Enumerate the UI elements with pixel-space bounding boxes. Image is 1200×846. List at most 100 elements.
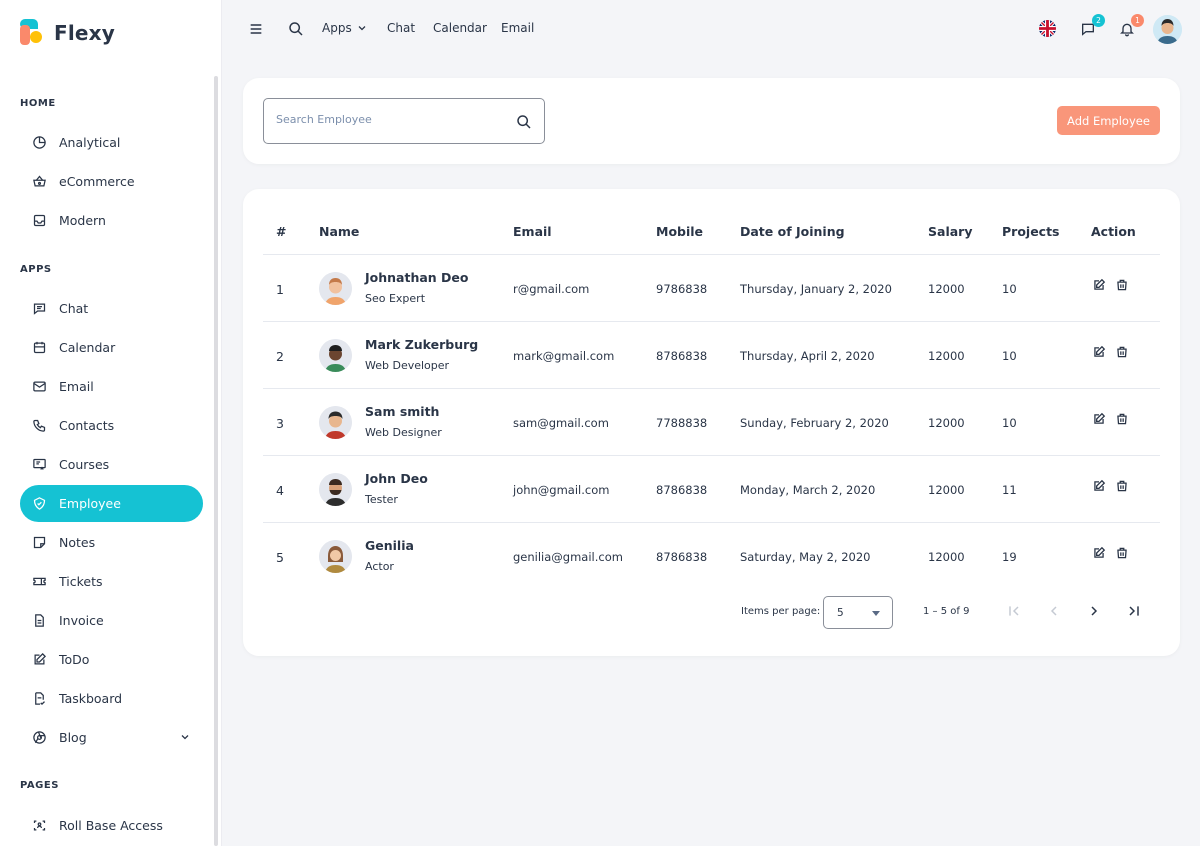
trash-icon[interactable] <box>1115 479 1129 493</box>
sidebar-item-analytical[interactable]: Analytical <box>20 124 203 161</box>
edit-icon[interactable] <box>1092 278 1106 292</box>
items-per-page-select[interactable]: 5 <box>823 596 893 629</box>
employee-salary: 12000 <box>928 416 965 430</box>
employee-name: Sam smith <box>365 404 440 419</box>
employee-role: Seo Expert <box>365 292 426 305</box>
previous-page-icon[interactable] <box>1046 603 1062 619</box>
sidebar-item-label: Contacts <box>59 418 115 433</box>
col-header-email[interactable]: Email <box>513 224 552 239</box>
sidebar-item-notes[interactable]: Notes <box>20 524 203 561</box>
edit-icon <box>32 652 47 667</box>
nav-email[interactable]: Email <box>501 21 534 35</box>
sidebar-item-invoice[interactable]: Invoice <box>20 602 203 639</box>
trash-icon[interactable] <box>1115 278 1129 292</box>
sidebar-item-label: ToDo <box>59 652 90 667</box>
user-avatar[interactable] <box>1153 15 1182 44</box>
trash-icon[interactable] <box>1115 345 1129 359</box>
sidebar-scrollbar[interactable] <box>214 76 218 846</box>
employee-email: john@gmail.com <box>513 483 610 497</box>
sidebar-item-email[interactable]: Email <box>20 368 203 405</box>
sidebar-item-modern[interactable]: Modern <box>20 202 203 239</box>
next-page-icon[interactable] <box>1086 603 1102 619</box>
avatar <box>319 339 352 372</box>
row-number: 4 <box>276 483 284 498</box>
notifications-button[interactable]: 1 <box>1118 14 1144 38</box>
search-card: Add Employee <box>243 78 1180 164</box>
sidebar-item-label: Calendar <box>59 340 116 355</box>
col-header-mobile[interactable]: Mobile <box>656 224 703 239</box>
search-icon[interactable] <box>287 20 305 38</box>
sidebar-item-label: Courses <box>59 457 110 472</box>
section-pages: PAGES <box>20 780 59 791</box>
employee-email: mark@gmail.com <box>513 349 615 363</box>
sidebar-item-blog[interactable]: Blog <box>20 719 203 756</box>
employee-salary: 12000 <box>928 483 965 497</box>
dropdown-arrow-icon <box>872 611 880 616</box>
sidebar-item-roll-base-access[interactable]: Roll Base Access <box>20 807 203 844</box>
chevron-down-icon <box>181 735 189 740</box>
phone-icon <box>32 418 47 433</box>
search-input[interactable] <box>276 113 496 126</box>
trash-icon[interactable] <box>1115 412 1129 426</box>
col-header-projects[interactable]: Projects <box>1002 224 1060 239</box>
basket-icon <box>32 174 47 189</box>
messages-button[interactable]: 2 <box>1079 14 1105 38</box>
sidebar-item-label: Taskboard <box>59 691 123 706</box>
edit-icon[interactable] <box>1092 546 1106 560</box>
employee-name: Johnathan Deo <box>365 270 469 285</box>
col-header-doj[interactable]: Date of Joining <box>740 224 845 239</box>
table-row: 1 Johnathan Deo Seo Expert r@gmail.com 9… <box>243 255 1180 322</box>
sidebar-item-courses[interactable]: Courses <box>20 446 203 483</box>
nav-calendar[interactable]: Calendar <box>433 21 487 35</box>
col-header-name[interactable]: Name <box>319 224 359 239</box>
nav-apps-label: Apps <box>322 21 352 35</box>
menu-icon[interactable] <box>247 20 265 38</box>
notifications-badge: 1 <box>1131 14 1144 27</box>
brand-logo[interactable]: Flexy <box>20 19 115 47</box>
pie-chart-icon <box>32 135 47 150</box>
ticket-icon <box>32 574 47 589</box>
sidebar-item-taskboard[interactable]: Taskboard <box>20 680 203 717</box>
table-row: 2 Mark Zukerburg Web Developer mark@gmai… <box>243 322 1180 389</box>
employee-doj: Monday, March 2, 2020 <box>740 483 876 497</box>
topbar: Apps Chat Calendar Email 2 1 <box>222 0 1200 60</box>
sidebar-item-label: Modern <box>59 213 106 228</box>
avatar <box>319 540 352 573</box>
employee-email: genilia@gmail.com <box>513 550 623 564</box>
employee-mobile: 8786838 <box>656 550 708 564</box>
nav-apps[interactable]: Apps <box>322 21 368 35</box>
shield-icon <box>32 496 47 511</box>
employee-projects: 10 <box>1002 349 1017 363</box>
first-page-icon[interactable] <box>1006 603 1022 619</box>
nav-chat[interactable]: Chat <box>387 21 415 35</box>
edit-icon[interactable] <box>1092 412 1106 426</box>
edit-icon[interactable] <box>1092 345 1106 359</box>
sidebar-item-ecommerce[interactable]: eCommerce <box>20 163 203 200</box>
calendar-icon <box>32 340 47 355</box>
edit-icon[interactable] <box>1092 479 1106 493</box>
sidebar-item-chat[interactable]: Chat <box>20 290 203 327</box>
sidebar-item-employee[interactable]: Employee <box>20 485 203 522</box>
mail-icon <box>32 379 47 394</box>
sidebar-item-contacts[interactable]: Contacts <box>20 407 203 444</box>
row-number: 5 <box>276 550 284 565</box>
search-icon[interactable] <box>516 114 532 130</box>
trash-icon[interactable] <box>1115 546 1129 560</box>
employee-email: r@gmail.com <box>513 282 590 296</box>
note-icon <box>32 535 47 550</box>
sidebar-item-calendar[interactable]: Calendar <box>20 329 203 366</box>
logo-icon <box>20 19 44 47</box>
sidebar-item-todo[interactable]: ToDo <box>20 641 203 678</box>
sidebar-item-label: Email <box>59 379 94 394</box>
uk-flag-icon[interactable] <box>1039 20 1056 37</box>
add-employee-button[interactable]: Add Employee <box>1057 106 1160 135</box>
search-field[interactable] <box>263 98 545 144</box>
sidebar-item-tickets[interactable]: Tickets <box>20 563 203 600</box>
employee-doj: Saturday, May 2, 2020 <box>740 550 871 564</box>
last-page-icon[interactable] <box>1126 603 1142 619</box>
scan-icon <box>32 818 47 833</box>
chalkboard-icon <box>32 457 47 472</box>
items-per-page-value: 5 <box>837 607 844 619</box>
col-header-salary[interactable]: Salary <box>928 224 972 239</box>
employee-mobile: 8786838 <box>656 483 708 497</box>
